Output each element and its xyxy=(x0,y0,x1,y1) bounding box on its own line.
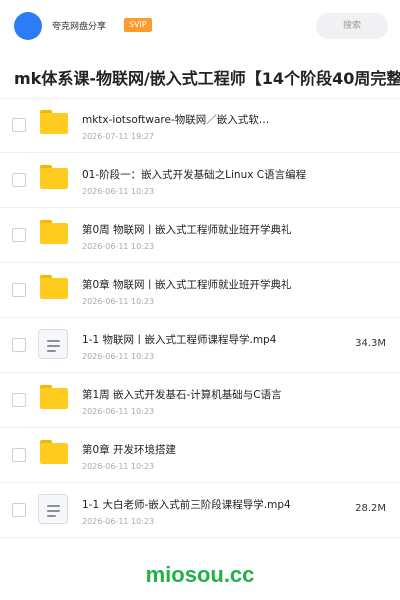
list-item[interactable]: 1-1 物联网丨嵌入式工程师课程导学.mp4 2026-06-11 10:23 … xyxy=(0,318,400,373)
list-item[interactable]: 第0章 开发环境搭建 2026-06-11 10:23 xyxy=(0,428,400,483)
folder-icon xyxy=(40,385,68,409)
item-name: 1-1 大白老师-嵌入式前三阶段课程导学.mp4 xyxy=(82,499,291,511)
list-item[interactable]: mktx-iotsoftware-物联网／嵌入式软… 2026-07-11 19… xyxy=(0,98,400,153)
list-item[interactable]: 第1周 嵌入式开发基石-计算机基础与C语言 2026-06-11 10:23 xyxy=(0,373,400,428)
page-title: mk体系课-物联网/嵌入式工程师【14个阶段40周完整课程 xyxy=(14,69,400,88)
list-item[interactable]: 第0章 物联网丨嵌入式工程师就业班开学典礼 2026-06-11 10:23 xyxy=(0,263,400,318)
item-name: 第0章 开发环境搭建 xyxy=(82,444,177,456)
item-date: 2026-07-11 19:27 xyxy=(82,132,155,141)
folder-icon xyxy=(40,110,68,134)
row-checkbox[interactable] xyxy=(12,503,26,517)
item-name: 第0章 物联网丨嵌入式工程师就业班开学典礼 xyxy=(82,279,292,291)
item-date: 2026-06-11 10:23 xyxy=(82,407,155,416)
row-checkbox[interactable] xyxy=(12,283,26,297)
file-list: mktx-iotsoftware-物联网／嵌入式软… 2026-07-11 19… xyxy=(0,98,400,538)
folder-icon xyxy=(40,220,68,244)
list-item[interactable]: 01-阶段一：嵌入式开发基础之Linux C语言编程 2026-06-11 10… xyxy=(0,153,400,208)
item-date: 2026-06-11 10:23 xyxy=(82,297,155,306)
item-size: 34.3M xyxy=(355,338,386,349)
row-checkbox[interactable] xyxy=(12,228,26,242)
item-name: 1-1 物联网丨嵌入式工程师课程导学.mp4 xyxy=(82,334,277,346)
item-name: 第1周 嵌入式开发基石-计算机基础与C语言 xyxy=(82,389,282,401)
row-checkbox[interactable] xyxy=(12,338,26,352)
svip-badge: SVIP xyxy=(124,18,152,32)
document-icon xyxy=(38,329,68,359)
item-name: 01-阶段一：嵌入式开发基础之Linux C语言编程 xyxy=(82,169,307,181)
avatar[interactable] xyxy=(14,12,42,40)
folder-icon xyxy=(40,440,68,464)
row-checkbox[interactable] xyxy=(12,173,26,187)
row-checkbox[interactable] xyxy=(12,393,26,407)
title-bar: mk体系课-物联网/嵌入式工程师【14个阶段40周完整课程 xyxy=(0,52,400,99)
item-date: 2026-06-11 10:23 xyxy=(82,242,155,251)
item-name: mktx-iotsoftware-物联网／嵌入式软… xyxy=(82,114,270,126)
list-item[interactable]: 第0周 物联网丨嵌入式工程师就业班开学典礼 2026-06-11 10:23 xyxy=(0,208,400,263)
item-size: 28.2M xyxy=(355,503,386,514)
folder-icon xyxy=(40,165,68,189)
item-date: 2026-06-11 10:23 xyxy=(82,187,155,196)
search-input[interactable]: 搜索 xyxy=(316,13,388,39)
user-name: 夸克网盘分享 xyxy=(52,22,107,32)
item-date: 2026-06-11 10:23 xyxy=(82,517,155,526)
item-name: 第0周 物联网丨嵌入式工程师就业班开学典礼 xyxy=(82,224,292,236)
item-date: 2026-06-11 10:23 xyxy=(82,462,155,471)
watermark: miosou.cc xyxy=(145,562,255,587)
document-icon xyxy=(38,494,68,524)
row-checkbox[interactable] xyxy=(12,448,26,462)
row-checkbox[interactable] xyxy=(12,118,26,132)
list-item[interactable]: 1-1 大白老师-嵌入式前三阶段课程导学.mp4 2026-06-11 10:2… xyxy=(0,483,400,538)
item-date: 2026-06-11 10:23 xyxy=(82,352,155,361)
folder-icon xyxy=(40,275,68,299)
header: 夸克网盘分享 SVIP 搜索 xyxy=(0,0,400,52)
